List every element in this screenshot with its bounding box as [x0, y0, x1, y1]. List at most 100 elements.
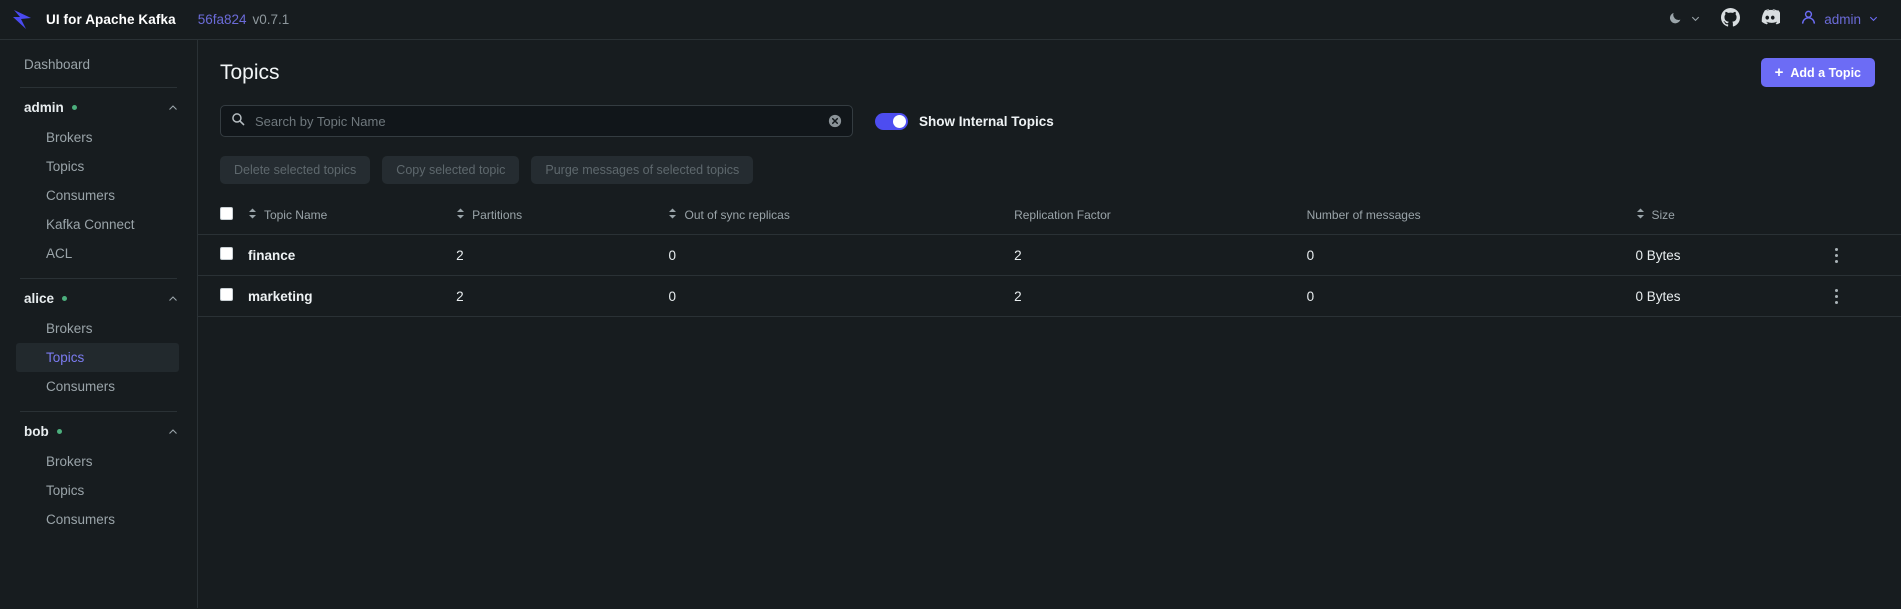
add-topic-label: Add a Topic [1790, 65, 1861, 80]
cell-row-actions [1828, 234, 1901, 276]
user-menu[interactable]: admin [1800, 9, 1879, 31]
app-shell: Dashboard admin Brokers Topics Consumers… [0, 40, 1901, 608]
row-checkbox[interactable] [220, 247, 233, 260]
sidebar-item-alice-brokers[interactable]: Brokers [16, 314, 179, 343]
copy-selected-topic-button[interactable]: Copy selected topic [382, 156, 520, 184]
toggle-track [875, 112, 908, 130]
kebab-menu-icon[interactable] [1828, 247, 1844, 263]
column-label: Out of sync replicas [684, 208, 790, 222]
select-all-header [198, 200, 248, 235]
show-internal-topics-label: Show Internal Topics [919, 113, 1054, 129]
sidebar-item-admin-acl[interactable]: ACL [16, 239, 179, 268]
topics-table: Topic Name Partitions Out of sync replic… [198, 200, 1901, 317]
cluster-name: bob [24, 424, 49, 439]
page-title: Topics [220, 60, 280, 84]
cell-out-of-sync-replicas: 0 [668, 234, 1015, 276]
version-number: v0.7.1 [252, 12, 290, 27]
column-label: Number of messages [1306, 208, 1421, 222]
sidebar: Dashboard admin Brokers Topics Consumers… [0, 40, 198, 608]
add-topic-button[interactable]: + Add a Topic [1760, 58, 1875, 87]
sort-icon [456, 208, 465, 222]
topic-name-link[interactable]: finance [248, 248, 295, 263]
search-box[interactable] [220, 105, 853, 137]
cluster-status-dot [56, 429, 62, 434]
column-label: Partitions [472, 208, 523, 222]
github-icon [1721, 7, 1741, 32]
theme-switcher[interactable] [1668, 10, 1701, 30]
topics-table-wrapper: Topic Name Partitions Out of sync replic… [198, 184, 1901, 317]
column-header-out-of-sync-replicas[interactable]: Out of sync replicas [668, 200, 1014, 235]
github-link[interactable] [1721, 7, 1741, 32]
clear-search-icon[interactable] [828, 114, 842, 128]
sidebar-item-dashboard[interactable]: Dashboard [0, 50, 197, 79]
search-input[interactable] [245, 113, 828, 129]
cluster-name: admin [24, 100, 64, 115]
sidebar-item-bob-consumers[interactable]: Consumers [16, 505, 179, 534]
sidebar-item-bob-brokers[interactable]: Brokers [16, 447, 179, 476]
cell-size: 0 Bytes [1635, 234, 1829, 276]
sort-icon [1636, 208, 1645, 222]
sidebar-cluster-admin[interactable]: admin [0, 92, 197, 123]
table-body: finance 2 0 2 0 0 Bytes marketing 2 0 2 … [198, 234, 1901, 317]
cell-out-of-sync-replicas: 0 [668, 275, 1015, 317]
sidebar-item-bob-topics[interactable]: Topics [16, 476, 179, 505]
column-header-size[interactable]: Size [1636, 200, 1829, 235]
discord-link[interactable] [1760, 7, 1782, 32]
brand[interactable]: UI for Apache Kafka [10, 7, 176, 33]
sidebar-item-alice-consumers[interactable]: Consumers [16, 372, 179, 401]
cell-partitions: 2 [456, 275, 669, 317]
column-header-replication-factor: Replication Factor [1014, 200, 1307, 235]
sidebar-item-admin-consumers[interactable]: Consumers [16, 181, 179, 210]
select-all-checkbox[interactable] [220, 207, 233, 220]
table-row[interactable]: marketing 2 0 2 0 0 Bytes [198, 275, 1901, 317]
show-internal-topics-toggle[interactable]: Show Internal Topics [875, 112, 1054, 130]
sidebar-item-alice-topics[interactable]: Topics [16, 343, 179, 372]
cell-topic-name: finance [247, 234, 457, 276]
sidebar-item-admin-kafka-connect[interactable]: Kafka Connect [16, 210, 179, 239]
top-navbar: UI for Apache Kafka 56fa824 v0.7.1 admin [0, 0, 1901, 40]
purge-messages-button[interactable]: Purge messages of selected topics [531, 156, 754, 184]
sort-icon [668, 208, 677, 222]
delete-selected-topics-button[interactable]: Delete selected topics [220, 156, 371, 184]
column-header-number-of-messages: Number of messages [1307, 200, 1636, 235]
sidebar-cluster-admin-items: Brokers Topics Consumers Kafka Connect A… [0, 123, 197, 270]
cell-topic-name: marketing [247, 275, 457, 317]
navbar-right-actions: admin [1668, 7, 1879, 32]
cell-row-actions [1828, 275, 1901, 317]
table-row[interactable]: finance 2 0 2 0 0 Bytes [198, 234, 1901, 276]
column-label: Size [1651, 208, 1675, 222]
column-header-partitions[interactable]: Partitions [456, 200, 668, 235]
brand-title: UI for Apache Kafka [46, 12, 176, 27]
sidebar-cluster-alice[interactable]: alice [0, 283, 197, 314]
page-header: Topics + Add a Topic [198, 40, 1901, 87]
sidebar-cluster-bob-items: Brokers Topics Consumers [0, 447, 197, 536]
user-name: admin [1824, 12, 1861, 27]
cell-replication-factor: 2 [1014, 234, 1307, 276]
main-content: Topics + Add a Topic Search by Topic Nam… [198, 40, 1901, 608]
chevron-up-icon [167, 293, 179, 305]
column-label: Replication Factor [1014, 208, 1111, 222]
topic-name-link[interactable]: marketing [248, 289, 313, 304]
sidebar-cluster-alice-items: Brokers Topics Consumers [0, 314, 197, 403]
cluster-status-dot [71, 105, 77, 110]
sidebar-cluster-bob[interactable]: bob [0, 416, 197, 447]
column-label: Topic Name [263, 208, 328, 222]
sidebar-divider [20, 87, 177, 88]
row-checkbox[interactable] [220, 288, 233, 301]
column-header-topic-name[interactable]: Topic Name [248, 200, 456, 235]
kafka-logo-icon [10, 7, 36, 33]
sidebar-divider [20, 411, 177, 412]
kebab-menu-icon[interactable] [1828, 288, 1844, 304]
version-hash[interactable]: 56fa824 [198, 12, 247, 27]
sidebar-item-admin-topics[interactable]: Topics [16, 152, 179, 181]
moon-icon [1668, 10, 1683, 30]
cell-replication-factor: 2 [1014, 275, 1307, 317]
sidebar-divider [20, 278, 177, 279]
sort-icon [248, 208, 257, 222]
user-icon [1800, 9, 1817, 31]
chevron-up-icon [167, 102, 179, 114]
sidebar-item-admin-brokers[interactable]: Brokers [16, 123, 179, 152]
discord-icon [1760, 7, 1782, 32]
cluster-name: alice [24, 291, 55, 306]
cell-size: 0 Bytes [1635, 275, 1829, 317]
